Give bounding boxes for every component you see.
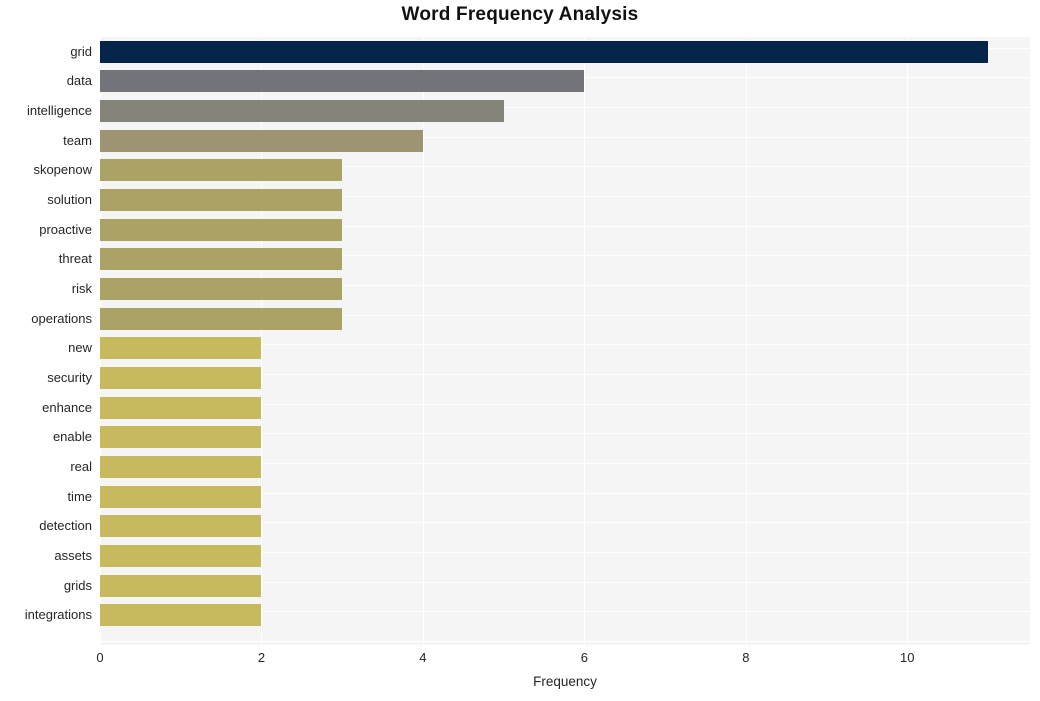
y-axis-tick-label: solution xyxy=(47,192,92,208)
bar[interactable] xyxy=(100,574,262,597)
bar[interactable] xyxy=(100,515,262,538)
y-axis-tick-label: enhance xyxy=(42,399,92,415)
bar[interactable] xyxy=(100,248,343,271)
plot-area xyxy=(100,37,1030,645)
gridline-vertical xyxy=(745,37,747,645)
y-axis-tick-label: security xyxy=(47,370,92,386)
bar[interactable] xyxy=(100,367,262,390)
y-axis-tick-label: threat xyxy=(58,251,92,267)
gridline-vertical xyxy=(907,37,909,645)
bar[interactable] xyxy=(100,40,989,63)
y-axis-tick-label: operations xyxy=(31,310,92,326)
x-axis-tick-label: 10 xyxy=(900,650,915,665)
bar[interactable] xyxy=(100,159,343,182)
bar[interactable] xyxy=(100,129,423,152)
bar[interactable] xyxy=(100,426,262,449)
gridline-vertical xyxy=(584,37,586,645)
bar[interactable] xyxy=(100,307,343,330)
y-axis-tick-label: enable xyxy=(52,429,92,445)
bar[interactable] xyxy=(100,456,262,479)
chart-title: Word Frequency Analysis xyxy=(401,4,639,25)
bar[interactable] xyxy=(100,604,262,627)
gridline-horizontal xyxy=(100,641,1030,642)
x-axis-tick-label: 6 xyxy=(580,650,588,665)
bar[interactable] xyxy=(100,70,585,93)
word-frequency-bar-chart: Word Frequency Analysis grid data intellig… xyxy=(0,0,1040,701)
y-axis-tick-label: assets xyxy=(54,548,92,564)
x-axis-title: Frequency xyxy=(533,674,597,689)
bar[interactable] xyxy=(100,218,343,241)
y-axis-tick-label: new xyxy=(68,340,92,356)
bar[interactable] xyxy=(100,100,504,123)
y-axis-tick-label: time xyxy=(67,488,92,504)
y-axis-tick-label: intelligence xyxy=(26,103,92,119)
y-axis-tick-label: data xyxy=(66,73,92,89)
bar[interactable] xyxy=(100,278,343,301)
bar[interactable] xyxy=(100,396,262,419)
y-axis-tick-label: integrations xyxy=(24,607,92,623)
y-axis-tick-label: real xyxy=(70,459,92,475)
y-axis-tick-label: proactive xyxy=(39,221,92,237)
gridline-vertical xyxy=(422,37,424,645)
x-axis-tick-label: 2 xyxy=(257,650,266,665)
x-axis-tick-label: 0 xyxy=(96,650,104,665)
bar[interactable] xyxy=(100,189,343,212)
y-axis-tick-label: risk xyxy=(71,281,92,297)
gridline-vertical xyxy=(261,37,263,645)
y-axis-tick-label: detection xyxy=(39,518,92,534)
x-axis-tick-label: 8 xyxy=(742,650,750,665)
y-axis-tick-label: grid xyxy=(70,43,92,59)
bar[interactable] xyxy=(100,485,262,508)
y-axis-tick-label: grids xyxy=(63,577,92,593)
y-axis-tick-label: skopenow xyxy=(33,162,92,178)
x-axis-tick-label: 4 xyxy=(419,650,427,665)
y-axis-tick-label: team xyxy=(63,132,92,148)
bar[interactable] xyxy=(100,545,262,568)
bar[interactable] xyxy=(100,337,262,360)
